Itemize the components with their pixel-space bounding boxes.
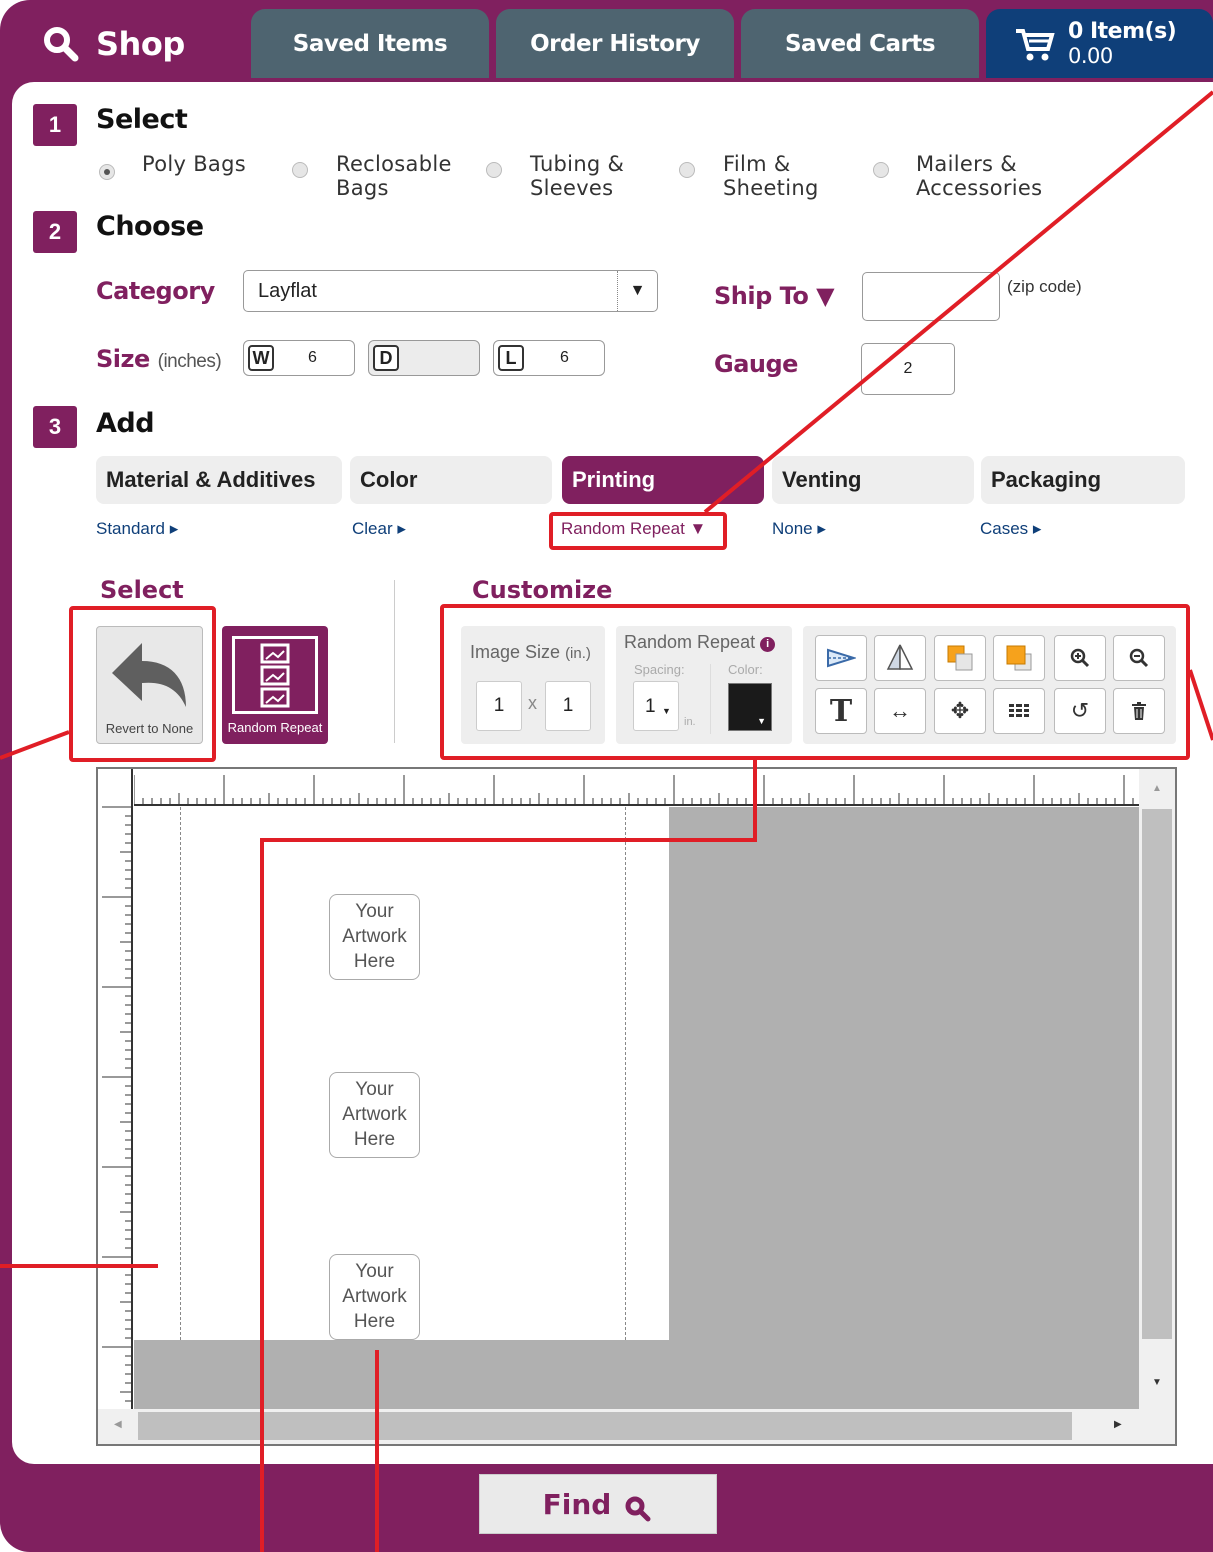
horizontal-scrollbar[interactable]: ◀ ▶ [98, 1409, 1175, 1444]
step-title-select: Select [96, 104, 188, 135]
step-number-3: 3 [33, 406, 77, 448]
length-input[interactable]: L 6 [493, 340, 605, 376]
tab-color-label: Color [360, 467, 418, 492]
safe-area-right-line [625, 807, 626, 1340]
scroll-right-icon[interactable]: ▶ [1114, 1419, 1122, 1430]
tab-saved-carts[interactable]: Saved Carts [741, 9, 979, 78]
zip-code-input[interactable] [862, 272, 1000, 321]
radio-reclosable-bags[interactable] [292, 162, 308, 178]
gauge-input[interactable]: 2 [861, 343, 955, 395]
tab-shop-label: Shop [96, 24, 185, 63]
section-divider [394, 580, 395, 743]
tab-packaging-label: Packaging [991, 467, 1102, 492]
artwork-placeholder[interactable]: Your Artwork Here [329, 1072, 420, 1158]
radio-tubing-sleeves[interactable] [486, 162, 502, 178]
radio-poly-bags[interactable] [99, 164, 115, 180]
design-canvas[interactable]: ▲ ▼ ◀ ▶ [96, 767, 1177, 1446]
select-section-title: Select [100, 576, 184, 604]
color-sublink[interactable]: Clear ▸ [352, 519, 406, 539]
tab-material-additives-label: Material & Additives [106, 467, 316, 492]
tab-cart[interactable]: 0 Item(s) 0.00 [986, 9, 1213, 78]
radio-label-poly-bags: Poly Bags [142, 152, 246, 176]
tab-venting-label: Venting [782, 467, 862, 492]
category-value: Layflat [258, 279, 317, 302]
ship-to-label[interactable]: Ship To ▼ [714, 282, 835, 310]
search-icon [625, 1496, 651, 1522]
radio-film-sheeting[interactable] [679, 162, 695, 178]
length-key: L [498, 345, 524, 371]
scroll-down-icon[interactable]: ▼ [1152, 1377, 1162, 1388]
radio-label-reclosable-bags: Reclosable Bags [336, 152, 452, 200]
zip-code-hint: (zip code) [1007, 277, 1082, 296]
random-repeat-label: Random Repeat [227, 720, 323, 735]
width-value: 6 [308, 349, 317, 366]
random-repeat-icon [232, 636, 318, 714]
depth-input[interactable]: D [368, 340, 480, 376]
safe-area-left-line [180, 807, 181, 1340]
customize-section-title: Customize [472, 576, 613, 604]
annotation-box-revert [69, 606, 216, 762]
annotation-box-customize [440, 604, 1190, 760]
tab-venting[interactable]: Venting [772, 456, 974, 504]
venting-sublink[interactable]: None ▸ [772, 519, 826, 539]
chevron-down-icon: ▼ [617, 271, 657, 311]
step-title-add: Add [96, 408, 155, 439]
artwork-placeholder[interactable]: Your Artwork Here [329, 1254, 420, 1340]
scroll-up-icon[interactable]: ▲ [1152, 783, 1162, 794]
size-label: Size (inches) [96, 345, 222, 373]
top-ruler [98, 769, 1148, 807]
tab-saved-carts-label: Saved Carts [784, 30, 936, 57]
vertical-scrollbar[interactable]: ▲ ▼ [1139, 769, 1175, 1409]
radio-label-film-sheeting: Film & Sheeting [723, 152, 819, 200]
search-icon [44, 26, 79, 61]
scroll-left-icon[interactable]: ◀ [114, 1419, 122, 1430]
tab-packaging[interactable]: Packaging [981, 456, 1185, 504]
tab-saved-items[interactable]: Saved Items [251, 9, 489, 78]
tab-printing[interactable]: Printing [562, 456, 764, 504]
length-value: 6 [560, 349, 569, 366]
find-button[interactable]: Find [479, 1474, 717, 1534]
cart-total: 0.00 [1068, 43, 1113, 68]
step-title-choose: Choose [96, 211, 204, 242]
tab-shop[interactable]: Shop [12, 9, 245, 78]
artwork-placeholder[interactable]: Your Artwork Here [329, 894, 420, 980]
left-ruler [98, 769, 134, 1409]
tab-color[interactable]: Color [350, 456, 552, 504]
packaging-sublink[interactable]: Cases ▸ [980, 519, 1041, 539]
radio-label-tubing-sleeves: Tubing & Sleeves [530, 152, 625, 200]
vertical-scroll-thumb[interactable] [1142, 809, 1172, 1339]
gauge-value: 2 [903, 360, 913, 377]
radio-mailers-accessories[interactable] [873, 162, 889, 178]
category-select[interactable]: Layflat ▼ [243, 270, 658, 312]
find-button-label: Find [542, 1487, 612, 1521]
tab-order-history-label: Order History [530, 30, 700, 57]
step-number-1: 1 [33, 104, 77, 146]
cart-icon [1016, 28, 1055, 60]
radio-label-mailers-accessories: Mailers & Accessories [916, 152, 1043, 200]
horizontal-scroll-thumb[interactable] [138, 1412, 1072, 1440]
tab-saved-items-label: Saved Items [292, 30, 448, 57]
width-input[interactable]: W 6 [243, 340, 355, 376]
annotation-box-printing [549, 512, 727, 550]
random-repeat-button[interactable]: Random Repeat [222, 626, 328, 744]
tab-material-additives[interactable]: Material & Additives [96, 456, 342, 504]
material-sublink[interactable]: Standard ▸ [96, 519, 178, 539]
gauge-label: Gauge [714, 350, 798, 378]
tab-printing-label: Printing [572, 467, 656, 492]
width-key: W [248, 345, 274, 371]
cart-count: 0 Item(s) [1068, 18, 1177, 44]
tab-order-history[interactable]: Order History [496, 9, 734, 78]
step-number-2: 2 [33, 211, 77, 253]
category-label: Category [96, 277, 215, 305]
depth-key: D [373, 345, 399, 371]
